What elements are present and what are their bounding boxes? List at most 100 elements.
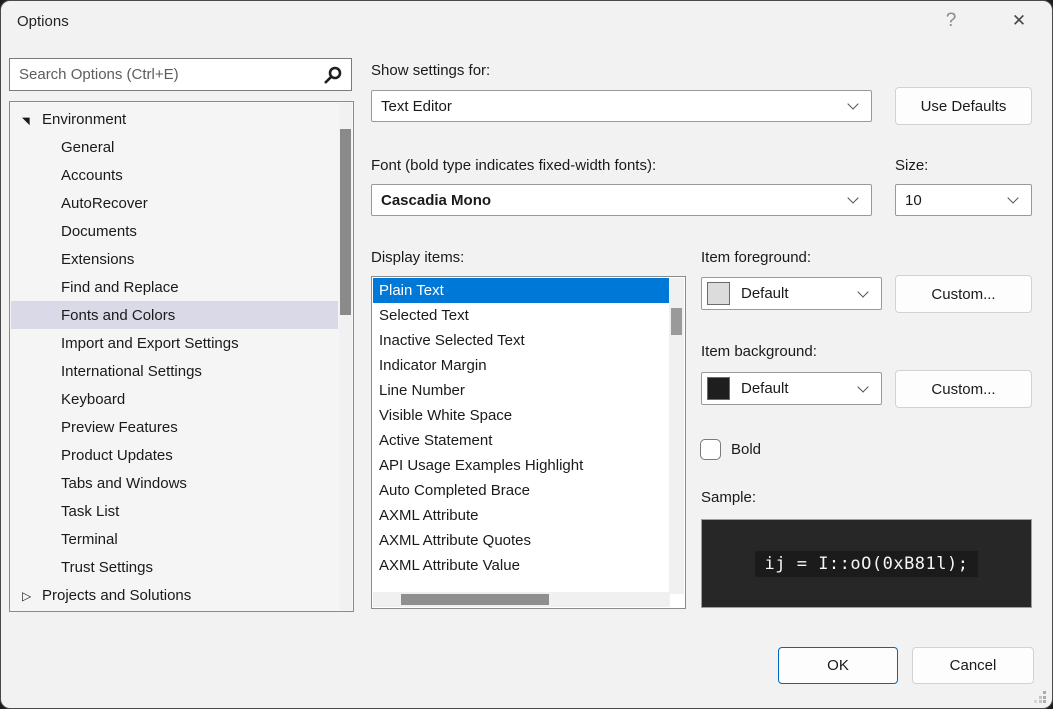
search-icon[interactable] (323, 66, 342, 85)
tree-item[interactable]: Import and Export Settings (11, 329, 338, 357)
show-settings-dropdown[interactable]: Text Editor (371, 90, 872, 122)
font-dropdown[interactable]: Cascadia Mono (371, 184, 872, 216)
tree-item-label: Terminal (61, 530, 118, 548)
show-settings-value: Text Editor (381, 97, 452, 115)
tree-item-label: Extensions (61, 250, 135, 268)
display-item[interactable]: Indicator Margin (373, 353, 669, 378)
use-defaults-button[interactable]: Use Defaults (895, 87, 1032, 125)
display-items-rows: Plain Text Selected Text Inactive Select… (373, 278, 669, 578)
tree-item[interactable]: Environment (11, 105, 338, 133)
tree-item-label: Product Updates (61, 446, 173, 464)
tree-item-label: International Settings (61, 362, 202, 380)
resize-grip-icon[interactable] (1034, 691, 1046, 703)
foreground-color-swatch (707, 282, 730, 305)
tree-item[interactable]: Fonts and Colors (11, 301, 338, 329)
search-box (9, 58, 352, 91)
tree-item-label: AutoRecover (61, 194, 148, 212)
tree-item-label: Tabs and Windows (61, 474, 187, 492)
display-item-label: Visible White Space (379, 407, 513, 424)
tree-scrollbar-thumb[interactable] (340, 129, 351, 315)
tree-item[interactable]: Tabs and Windows (11, 469, 338, 497)
item-background-label: Item background: (701, 343, 817, 360)
ok-button[interactable]: OK (778, 647, 898, 684)
tree-expander-icon[interactable] (22, 111, 42, 128)
display-items-horizontal-scrollbar[interactable] (373, 592, 670, 607)
tree-item[interactable]: Projects and Solutions (11, 581, 338, 609)
tree-scrollbar[interactable] (339, 103, 352, 610)
sample-text: ij = I::oO(0xB81l); (754, 550, 979, 577)
tree-item[interactable]: Task List (11, 497, 338, 525)
display-items-horizontal-scrollbar-thumb[interactable] (401, 594, 549, 605)
tree-item-label: Fonts and Colors (61, 306, 176, 324)
sample-label: Sample: (701, 489, 757, 506)
display-items-list: Plain Text Selected Text Inactive Select… (371, 276, 686, 609)
display-item[interactable]: Inactive Selected Text (373, 328, 669, 353)
display-items-vertical-scrollbar[interactable] (669, 278, 684, 594)
item-background-dropdown[interactable]: Default (701, 372, 882, 405)
tree-item-label: Environment (42, 110, 127, 128)
display-item-label: AXML Attribute (379, 507, 479, 524)
size-value: 10 (905, 191, 922, 209)
tree-item-label: General (61, 138, 115, 156)
tree-item[interactable]: General (11, 133, 338, 161)
tree-item[interactable]: AutoRecover (11, 189, 338, 217)
options-category-tree: Environment General Accounts AutoRecover (9, 101, 354, 612)
display-item-label: Plain Text (379, 282, 444, 299)
display-item[interactable]: API Usage Examples Highlight (373, 453, 669, 478)
tree-item[interactable]: Accounts (11, 161, 338, 189)
tree-expander-icon[interactable] (22, 587, 42, 604)
display-item[interactable]: Line Number (373, 378, 669, 403)
display-item-label: Active Statement (379, 432, 493, 449)
bold-checkbox-label: Bold (731, 441, 762, 458)
tree-item[interactable]: Extensions (11, 245, 338, 273)
display-item-label: AXML Attribute Quotes (379, 532, 532, 549)
item-foreground-value: Default (741, 285, 789, 302)
display-item-label: AXML Attribute Value (379, 557, 520, 574)
cancel-button[interactable]: Cancel (912, 647, 1034, 684)
tree-item[interactable]: Documents (11, 217, 338, 245)
display-item[interactable]: Visible White Space (373, 403, 669, 428)
display-item[interactable]: Auto Completed Brace (373, 478, 669, 503)
display-items-vertical-scrollbar-thumb[interactable] (671, 308, 682, 335)
display-item-label: API Usage Examples Highlight (379, 457, 584, 474)
tree-item-label: Projects and Solutions (42, 586, 192, 604)
help-icon[interactable]: ? (939, 10, 963, 32)
tree-item-label: Import and Export Settings (61, 334, 239, 352)
window-title: Options (17, 13, 69, 30)
display-item-label: Selected Text (379, 307, 469, 324)
tree-item-label: Accounts (61, 166, 123, 184)
tree-item[interactable]: Find and Replace (11, 273, 338, 301)
custom-background-button[interactable]: Custom... (895, 370, 1032, 408)
tree-item-label: Task List (61, 502, 120, 520)
search-input[interactable] (10, 59, 351, 90)
tree-item[interactable]: International Settings (11, 357, 338, 385)
custom-foreground-button[interactable]: Custom... (895, 275, 1032, 313)
tree-item-label: Documents (61, 222, 137, 240)
tree-item[interactable]: Product Updates (11, 441, 338, 469)
display-item[interactable]: Active Statement (373, 428, 669, 453)
item-foreground-label: Item foreground: (701, 249, 812, 266)
font-label: Font (bold type indicates fixed-width fo… (371, 157, 657, 174)
tree-item-label: Preview Features (61, 418, 178, 436)
display-item[interactable]: AXML Attribute Quotes (373, 528, 669, 553)
display-item[interactable]: AXML Attribute Value (373, 553, 669, 578)
display-items-label: Display items: (371, 249, 465, 266)
item-foreground-dropdown[interactable]: Default (701, 277, 882, 310)
tree-item[interactable]: Keyboard (11, 385, 338, 413)
display-item[interactable]: AXML Attribute (373, 503, 669, 528)
close-icon[interactable]: ✕ (1005, 11, 1033, 31)
display-item[interactable]: Selected Text (373, 303, 669, 328)
display-item[interactable]: Plain Text (373, 278, 669, 303)
background-color-swatch (707, 377, 730, 400)
tree-item[interactable]: Preview Features (11, 413, 338, 441)
tree-item-label: Find and Replace (61, 278, 179, 296)
tree-item-label: Trust Settings (61, 558, 153, 576)
bold-checkbox[interactable] (700, 439, 721, 460)
item-background-value: Default (741, 380, 789, 397)
size-dropdown[interactable]: 10 (895, 184, 1032, 216)
tree-item[interactable]: Trust Settings (11, 553, 338, 581)
font-value: Cascadia Mono (381, 191, 492, 209)
sample-preview: ij = I::oO(0xB81l); (701, 519, 1032, 608)
tree-item-label: Keyboard (61, 390, 126, 408)
tree-item[interactable]: Terminal (11, 525, 338, 553)
